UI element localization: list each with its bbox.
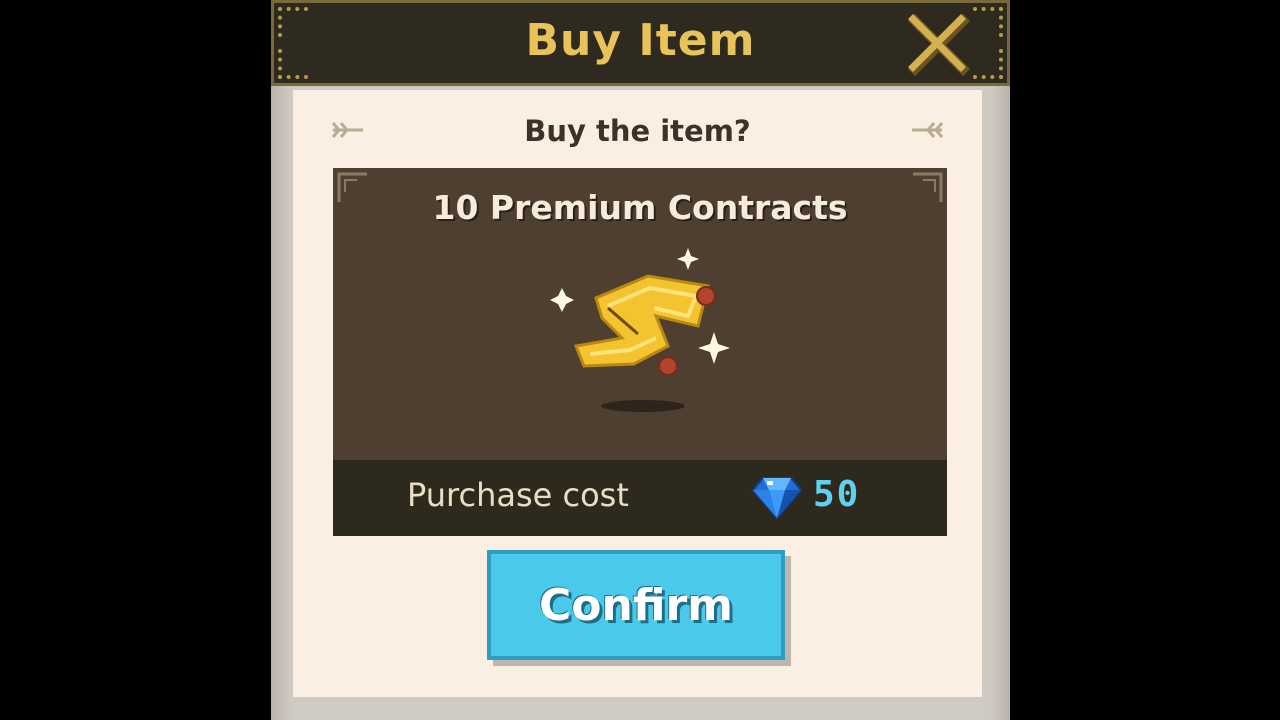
dialog-subtitle: Buy the item? — [524, 114, 751, 148]
close-button[interactable] — [907, 13, 971, 77]
purchase-cost-bar: Purchase cost 50 — [333, 460, 947, 536]
purchase-cost-value: 50 — [813, 474, 861, 515]
close-icon — [907, 13, 971, 77]
dialog-title: Buy Item — [525, 15, 756, 66]
item-preview-box: 10 Premium Contracts Purchase cost 50 — [333, 168, 947, 536]
confirm-button-label: Confirm — [538, 579, 733, 631]
contract-scroll-icon — [550, 248, 730, 412]
purchase-cost-label: Purchase cost — [407, 476, 629, 514]
game-stage: Buy Item Buy the item? 10 Premium Contra… — [271, 0, 1010, 720]
confirm-button[interactable]: Confirm — [487, 550, 785, 660]
arrow-ornament-icon — [912, 122, 944, 138]
dialog-titlebar: Buy Item — [271, 0, 1010, 86]
gem-icon — [751, 477, 803, 520]
dialog-panel: Buy the item? 10 Premium Contracts Purch… — [293, 90, 982, 697]
item-name: 10 Premium Contracts — [432, 188, 848, 227]
